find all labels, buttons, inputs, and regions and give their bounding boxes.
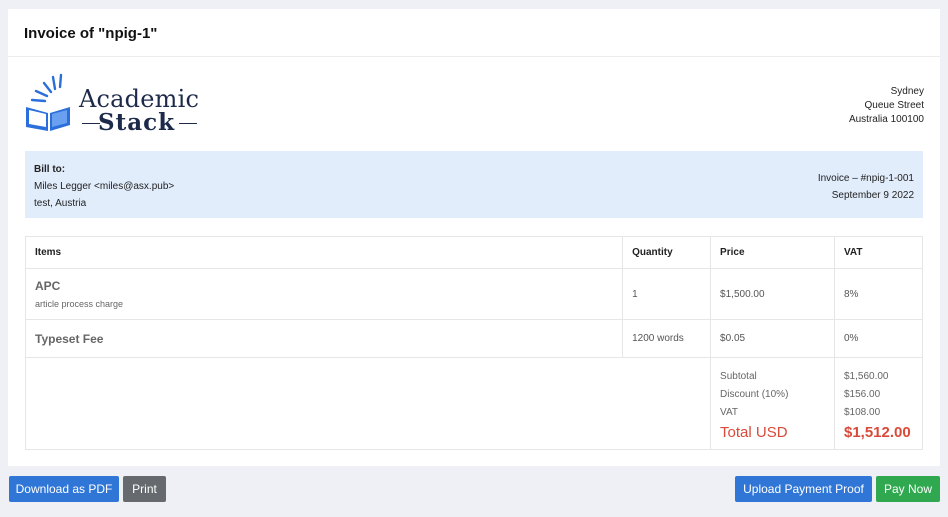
invoice-number: Invoice – #npig-1-001 (817, 173, 914, 184)
company-address: Sydney Queue Street Australia 100100 (849, 85, 924, 127)
item-description: article process charge (35, 299, 124, 309)
pay-now-button[interactable]: Pay Now (876, 476, 940, 502)
open-book-icon (26, 73, 70, 131)
item-cell: Typeset Fee (24, 319, 624, 358)
logo-text-stack: Stack (98, 109, 176, 136)
logo-dash-right (179, 123, 197, 124)
download-pdf-button[interactable]: Download as PDF (9, 476, 119, 502)
item-quantity: 1200 words (622, 319, 712, 358)
total-value: $1,512.00 (843, 424, 911, 441)
card-header: Invoice of "npig-1" (8, 9, 940, 57)
table-row: Typeset Fee 1200 words $0.05 0% (24, 319, 924, 358)
table-row: APC article process charge 1 $1,500.00 8… (24, 268, 924, 320)
totals-labels: Subtotal Discount (10%) VAT Total USD (710, 357, 835, 450)
discount-label: Discount (10%) (720, 389, 789, 400)
item-vat: 0% (833, 319, 924, 358)
subtotal-value: $1,560.00 (843, 371, 889, 382)
item-cell: APC article process charge (24, 268, 624, 320)
print-button[interactable]: Print (123, 476, 166, 502)
item-price: $1,500.00 (710, 268, 835, 320)
bill-to-label: Bill to: (34, 164, 66, 175)
totals-spacer (24, 357, 712, 450)
invoice-card: Invoice of "npig-1" Academic Stack Sydne… (8, 9, 940, 466)
bill-to-panel: Bill to: Miles Legger <miles@asx.pub> te… (25, 151, 923, 218)
discount-value: $156.00 (843, 389, 881, 400)
address-line-1: Sydney (890, 86, 924, 97)
header-vat: VAT (833, 236, 924, 269)
address-line-3: Australia 100100 (848, 114, 924, 125)
vat-label: VAT (720, 407, 739, 418)
upload-payment-proof-button[interactable]: Upload Payment Proof (735, 476, 872, 502)
address-line-2: Queue Street (864, 100, 924, 111)
academic-stack-logo: Academic Stack (24, 73, 199, 136)
item-vat: 8% (833, 268, 924, 320)
item-quantity: 1 (622, 268, 712, 320)
totals-row: Subtotal Discount (10%) VAT Total USD $1… (24, 357, 924, 450)
header-quantity: Quantity (622, 236, 712, 269)
total-label: Total USD (720, 424, 788, 441)
bill-to-name: Miles Legger <miles@asx.pub> (34, 181, 175, 192)
invoice-items-table: Items Quantity Price VAT APC article pro… (24, 236, 924, 450)
header-items: Items (24, 236, 624, 269)
totals-values: $1,560.00 $156.00 $108.00 $1,512.00 (833, 357, 924, 450)
item-price: $0.05 (710, 319, 835, 358)
item-name: Typeset Fee (35, 331, 104, 346)
bill-to-location: test, Austria (34, 198, 87, 209)
invoice-date: September 9 2022 (831, 190, 914, 201)
subtotal-label: Subtotal (720, 371, 757, 382)
item-name: APC (35, 279, 61, 293)
table-header-row: Items Quantity Price VAT (24, 236, 924, 269)
header-price: Price (710, 236, 835, 269)
page-title: Invoice of "npig-1" (24, 25, 158, 42)
vat-value: $108.00 (843, 407, 881, 418)
